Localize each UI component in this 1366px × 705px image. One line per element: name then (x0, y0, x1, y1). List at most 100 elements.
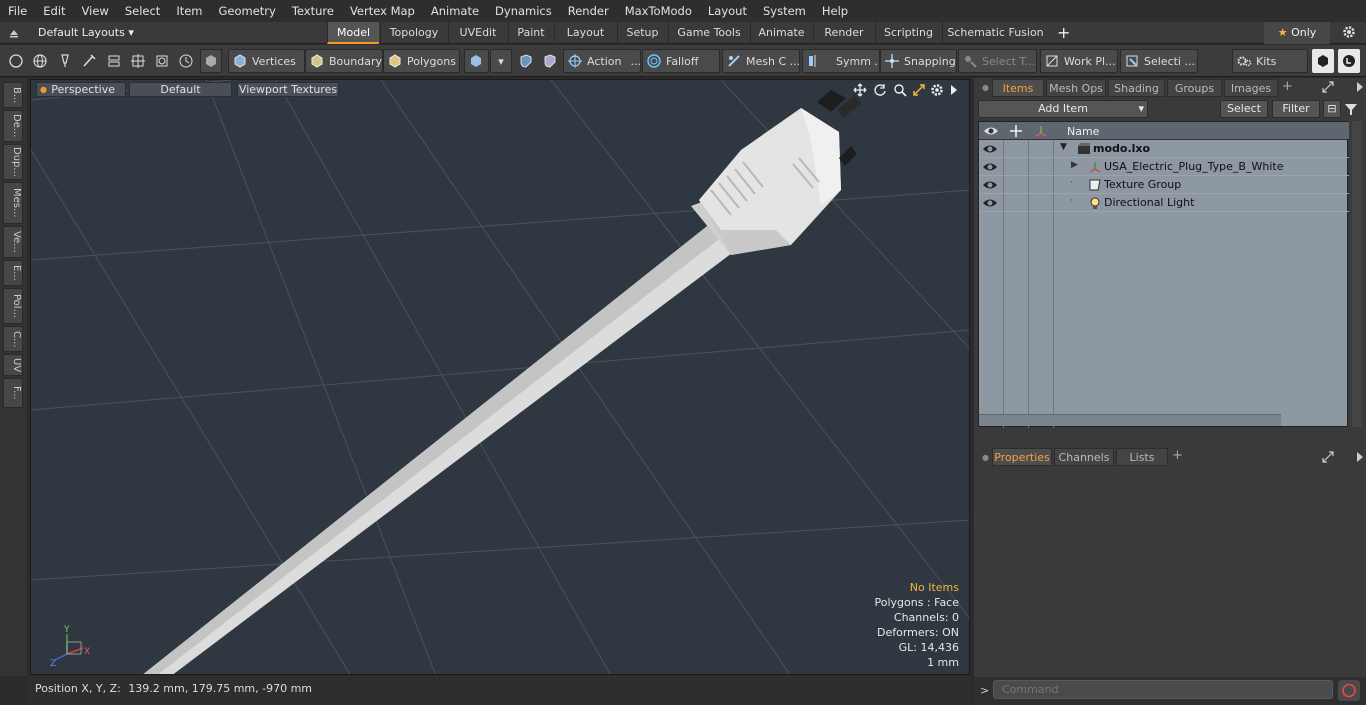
tab-uvedit[interactable]: UVEdit (448, 22, 507, 44)
item-mode-icon[interactable] (200, 49, 222, 73)
menu-render[interactable]: Render (560, 4, 617, 18)
zoom-icon[interactable] (893, 83, 907, 100)
tab-polygon[interactable]: Pol... (3, 288, 23, 324)
viewport-textures-button[interactable]: Viewport Textures (237, 82, 339, 97)
rotate-icon[interactable] (873, 83, 887, 100)
tab-model[interactable]: Model (327, 22, 379, 44)
filter-button[interactable]: Filter (1272, 100, 1320, 118)
collapse-list-icon[interactable]: ⊟ (1323, 100, 1341, 118)
select-through-button[interactable]: Select T... (958, 49, 1037, 73)
brush-icon[interactable] (78, 49, 100, 73)
menu-texture[interactable]: Texture (284, 4, 342, 18)
select-circle-icon[interactable] (5, 49, 27, 73)
menu-layout[interactable]: Layout (700, 4, 755, 18)
selection-sets-button[interactable]: Selecti ... (1120, 49, 1198, 73)
tab-channels[interactable]: Channels (1054, 448, 1114, 466)
panel-arrow-icon[interactable] (1356, 81, 1364, 96)
visibility-eye-icon[interactable] (982, 197, 998, 209)
unity-icon[interactable] (1312, 49, 1334, 73)
frame-icon[interactable] (151, 49, 173, 73)
panel-menu-dot-icon[interactable]: ● (982, 83, 989, 92)
vertical-scrollbar[interactable] (1352, 121, 1362, 427)
tab-images[interactable]: Images (1224, 79, 1278, 97)
tab-properties[interactable]: Properties (992, 448, 1052, 466)
work-plane-button[interactable]: Work Pl... (1040, 49, 1118, 73)
layout-collapse-icon[interactable] (8, 27, 20, 42)
menu-geometry[interactable]: Geometry (211, 4, 284, 18)
tab-mesh-ops[interactable]: Mesh Ops (1046, 79, 1106, 97)
menu-view[interactable]: View (74, 4, 117, 18)
props-menu-dot-icon[interactable]: ● (982, 453, 989, 462)
menu-file[interactable]: File (0, 4, 35, 18)
add-item-button[interactable]: Add Item ▾ (978, 100, 1148, 118)
tab-animate[interactable]: Animate (750, 22, 812, 44)
tab-schematic-fusion[interactable]: Schematic Fusion (942, 22, 1048, 44)
tab-layout[interactable]: Layout (554, 22, 616, 44)
falloff-button[interactable]: Falloff (642, 49, 720, 73)
tab-curve[interactable]: C... (3, 326, 23, 352)
add-panel-tab-icon[interactable]: + (1282, 79, 1293, 94)
add-props-tab-icon[interactable]: + (1172, 448, 1183, 463)
symmetry-shield-icon[interactable] (515, 49, 537, 73)
pen-icon[interactable] (54, 49, 76, 73)
panel-expand-icon[interactable] (1322, 81, 1334, 96)
tab-fusion[interactable]: F... (3, 378, 23, 408)
name-column-header[interactable]: Name (1067, 125, 1099, 138)
lock-header-icon[interactable] (1009, 124, 1023, 141)
menu-animate[interactable]: Animate (423, 4, 487, 18)
fit-view-icon[interactable] (912, 83, 926, 100)
layouts-dropdown[interactable]: Default Layouts ▾ (38, 26, 134, 39)
visibility-eye-icon[interactable] (982, 143, 998, 155)
tab-deform[interactable]: De... (3, 110, 23, 142)
shield-check-icon[interactable] (539, 49, 561, 73)
tab-edge[interactable]: E... (3, 260, 23, 286)
expand-arrow-icon[interactable]: ▶ (1071, 160, 1078, 170)
tab-groups[interactable]: Groups (1167, 79, 1222, 97)
record-macro-icon[interactable] (1338, 680, 1360, 701)
tab-mesh-edit[interactable]: Mes... (3, 182, 23, 224)
horizontal-scrollbar[interactable] (979, 414, 1281, 426)
tab-scripting[interactable]: Scripting (875, 22, 941, 44)
tab-vertex[interactable]: Ve... (3, 226, 23, 258)
shading-mode-button[interactable]: Default (129, 82, 232, 97)
props-expand-icon[interactable] (1322, 451, 1334, 466)
settings-gear-icon[interactable] (1342, 25, 1356, 42)
snapping-button[interactable]: Snapping (880, 49, 957, 73)
unreal-icon[interactable] (1338, 49, 1360, 73)
select-button[interactable]: Select (1220, 100, 1268, 118)
align-icon[interactable] (103, 49, 125, 73)
tab-duplicate[interactable]: Dup... (3, 144, 23, 180)
tab-topology[interactable]: Topology (380, 22, 447, 44)
boundary-button[interactable]: Boundary (305, 49, 383, 73)
tab-uv[interactable]: UV (3, 354, 23, 376)
color-header-icon[interactable] (1034, 124, 1048, 141)
menu-dynamics[interactable]: Dynamics (487, 4, 560, 18)
vertices-button[interactable]: Vertices (228, 49, 305, 73)
material-mode-button[interactable] (464, 49, 489, 73)
add-tab-icon[interactable]: + (1057, 23, 1070, 42)
view-type-button[interactable]: ● Perspective (36, 82, 126, 97)
pan-icon[interactable] (853, 83, 867, 100)
menu-edit[interactable]: Edit (35, 4, 73, 18)
tab-basic[interactable]: B... (3, 82, 23, 108)
list-item-modo-lxo[interactable]: ▼ modo.lxo (979, 140, 1349, 158)
command-input[interactable] (993, 680, 1333, 699)
list-item-plug-mesh[interactable]: ▶ USA_Electric_Plug_Type_B_White (979, 158, 1349, 176)
menu-maxtomodo[interactable]: MaxToModo (617, 4, 700, 18)
list-item-directional-light[interactable]: · Directional Light (979, 194, 1349, 212)
kits-button[interactable]: Kits (1232, 49, 1308, 73)
clock-icon[interactable] (175, 49, 197, 73)
grid-center-icon[interactable] (127, 49, 149, 73)
menu-system[interactable]: System (755, 4, 814, 18)
menu-select[interactable]: Select (117, 4, 168, 18)
action-center-button[interactable]: Action... (563, 49, 641, 73)
3d-viewport[interactable]: ● Perspective Default Viewport Textures Y… (30, 79, 970, 675)
visibility-eye-icon[interactable] (982, 161, 998, 173)
menu-item[interactable]: Item (168, 4, 210, 18)
list-item-texture-group[interactable]: · Texture Group (979, 176, 1349, 194)
material-dropdown[interactable]: ▾ (490, 49, 512, 73)
viewport-scene[interactable] (31, 80, 970, 675)
viewport-settings-gear-icon[interactable] (930, 83, 944, 100)
globe-icon[interactable] (29, 49, 51, 73)
only-toggle[interactable]: ★ Only (1264, 22, 1330, 44)
